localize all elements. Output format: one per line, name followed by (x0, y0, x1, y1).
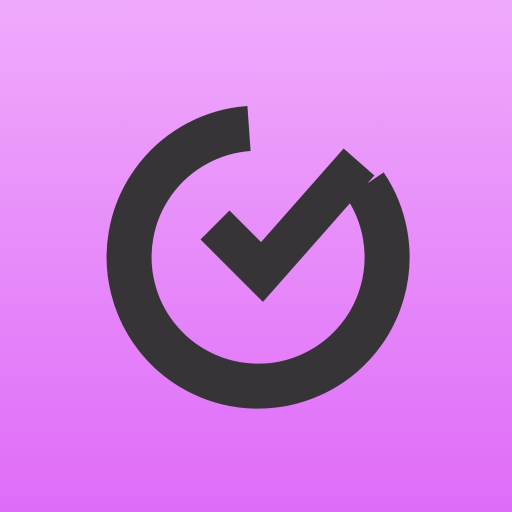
check-circle-logo-icon (106, 106, 410, 409)
app-icon (0, 0, 512, 512)
checkmark-shape (200, 148, 375, 302)
